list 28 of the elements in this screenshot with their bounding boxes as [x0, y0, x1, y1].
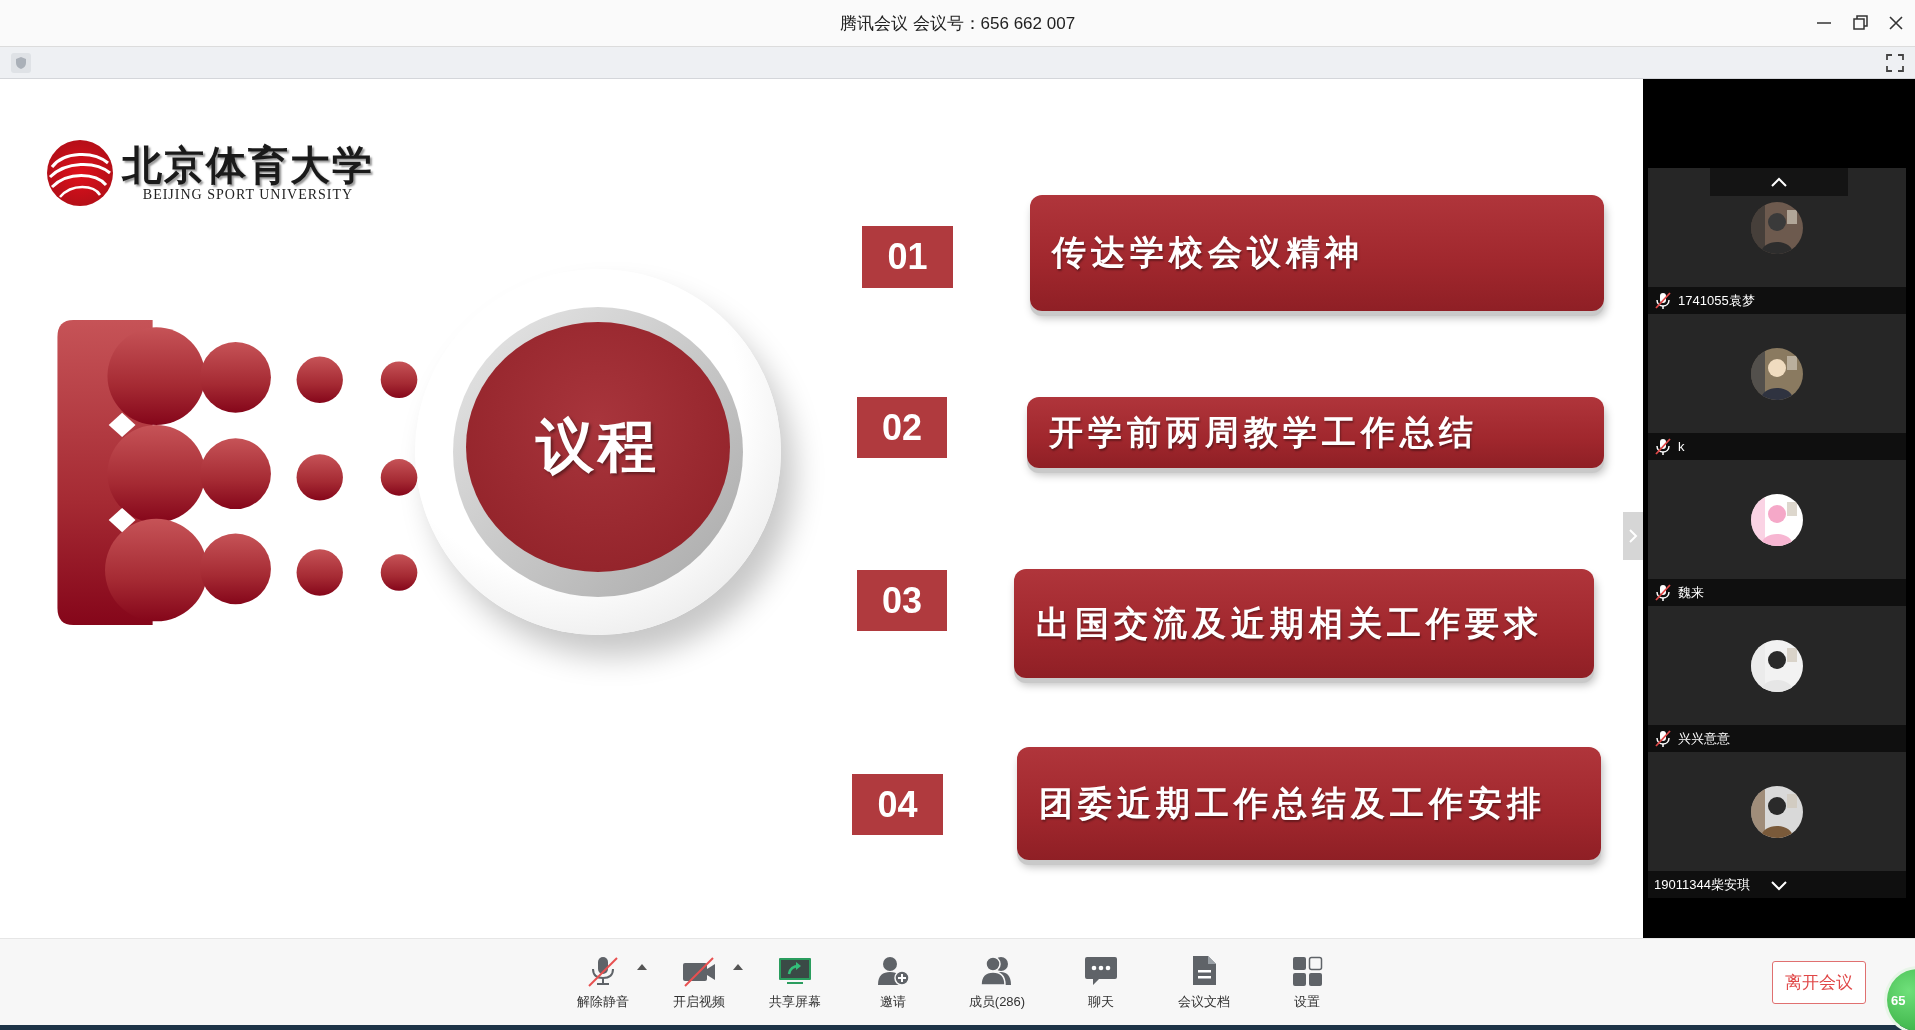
scroll-down-icon[interactable]: [1769, 878, 1789, 892]
participant-name: 1741055袁梦: [1678, 291, 1755, 310]
agenda-number: 01: [862, 226, 953, 288]
logo-subtitle: BEIJING SPORT UNIVERSITY: [142, 187, 354, 203]
fullscreen-icon[interactable]: [1885, 52, 1905, 73]
swirl-logo-icon: [44, 137, 116, 209]
toolbar-button[interactable]: 共享屏幕: [752, 950, 838, 1015]
agenda-heading: 议程: [466, 322, 730, 572]
toolbar-button[interactable]: 设置: [1264, 950, 1350, 1015]
toolbar-button[interactable]: 聊天: [1058, 950, 1144, 1015]
window-title: 腾讯会议 会议号：656 662 007: [839, 12, 1076, 35]
agenda-number: 02: [857, 397, 947, 458]
toolbar-button[interactable]: 开启视频: [656, 950, 742, 1015]
count-badge: 65: [1887, 969, 1915, 1030]
agenda-number: 04: [852, 774, 943, 835]
leave-button[interactable]: 离开会议: [1772, 961, 1866, 1004]
participant-name: 魏来: [1678, 583, 1704, 602]
participant-name: k: [1678, 439, 1685, 454]
panel-toggle-button[interactable]: [1623, 512, 1643, 560]
toolbar-button[interactable]: 成员(286): [948, 950, 1046, 1015]
scroll-up-icon[interactable]: [1769, 175, 1789, 189]
toolbar-button[interactable]: 会议文档: [1156, 950, 1252, 1015]
logo-name: 北京体育大学: [122, 143, 374, 187]
participant-name: 19011344柴安琪: [1654, 875, 1750, 894]
toolbar-button[interactable]: 解除静音: [560, 950, 646, 1015]
agenda-number: 03: [857, 570, 947, 631]
toolbar-button[interactable]: 邀请: [850, 950, 936, 1015]
participant-name: 兴兴意意: [1678, 729, 1730, 748]
